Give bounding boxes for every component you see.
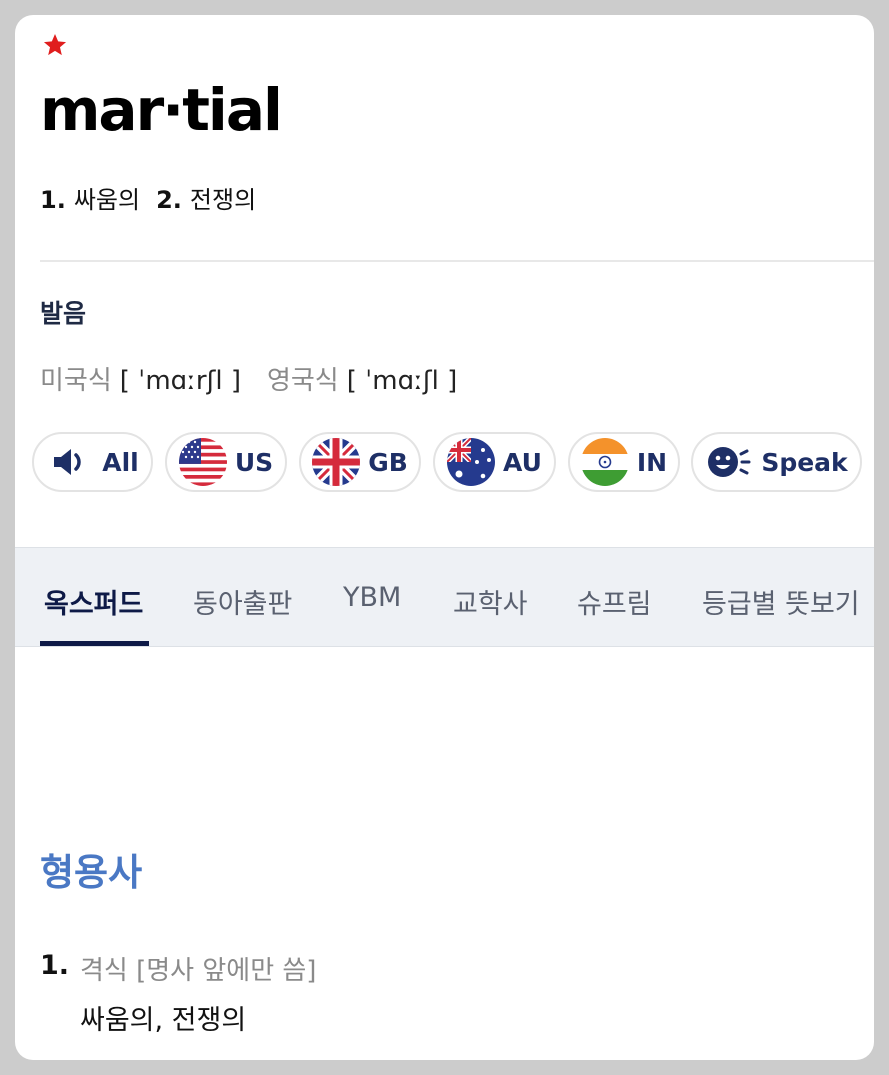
tab-supreme[interactable]: 슈프림	[577, 582, 652, 621]
speak-icon	[708, 447, 751, 477]
play-all-button[interactable]: All	[32, 432, 153, 492]
summary-number: 2.	[156, 186, 182, 214]
headword: mar·tial	[40, 76, 283, 144]
definition-text: 싸움의, 전쟁의	[80, 1005, 247, 1036]
button-label: US	[234, 447, 274, 477]
tab-level-meanings[interactable]: 등급별 뜻보기	[702, 582, 860, 621]
summary-meaning: 전쟁의	[189, 186, 257, 214]
speak-button[interactable]: Speak	[691, 432, 862, 492]
summary-meaning: 싸움의	[73, 186, 141, 214]
speaker-icon	[54, 449, 81, 475]
us-flag-icon	[178, 438, 227, 486]
tab-ybm[interactable]: YBM	[343, 582, 401, 613]
us-ipa: [ ˈmɑːrʃl ]	[119, 366, 241, 396]
play-in-button[interactable]: IN	[568, 432, 680, 492]
uk-ipa: [ ˈmɑːʃl ]	[346, 366, 458, 396]
definition-number: 1.	[40, 950, 70, 981]
button-label: IN	[636, 447, 668, 477]
divider	[40, 260, 874, 262]
part-of-speech: 형용사	[40, 851, 143, 894]
in-flag-icon	[580, 438, 629, 486]
tab-oxford[interactable]: 옥스퍼드	[44, 582, 143, 621]
star-icon[interactable]	[42, 32, 68, 58]
meaning-summary: 1. 싸움의 2. 전쟁의	[40, 180, 256, 215]
us-pron-label: 미국식	[40, 366, 112, 396]
button-label: Speak	[761, 447, 848, 477]
active-tab-indicator	[40, 641, 149, 646]
play-gb-button[interactable]: GB	[299, 432, 421, 492]
summary-number: 1.	[40, 186, 66, 214]
play-au-button[interactable]: AU	[433, 432, 556, 492]
tab-donga[interactable]: 동아출판	[193, 582, 292, 621]
button-label: GB	[368, 447, 408, 477]
uk-pron-label: 영국식	[266, 366, 339, 396]
tab-kyohaksa[interactable]: 교학사	[453, 582, 528, 621]
button-label: AU	[503, 447, 542, 477]
gb-flag-icon	[312, 438, 361, 486]
pronunciation-row: 미국식[ ˈmɑːrʃl ] 영국식[ ˈmɑːʃl ]	[40, 360, 457, 397]
dictionary-card: mar·tial 1. 싸움의 2. 전쟁의 발음 미국식[ ˈmɑːrʃl ] 영국식…	[15, 15, 874, 1060]
dictionary-tabs: 옥스퍼드 동아출판 YBM 교학사 슈프림 등급별 뜻보기	[15, 547, 874, 647]
definition-usage-note: 격식 [명사 앞에만 씀]	[80, 956, 317, 986]
button-label: All	[102, 447, 139, 477]
au-flag-icon	[447, 438, 496, 486]
pronunciation-heading: 발음	[40, 299, 87, 328]
play-us-button[interactable]: US	[165, 432, 287, 492]
